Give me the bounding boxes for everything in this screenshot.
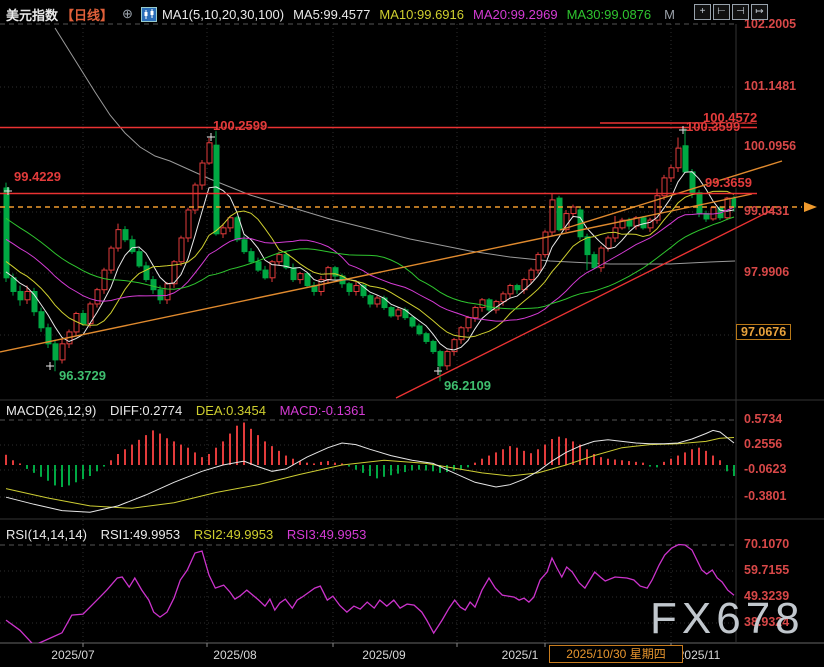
time-axis-label: 2025/11 bbox=[678, 648, 721, 662]
axis-label: 101.1481 bbox=[744, 79, 796, 93]
time-axis-label: 2025/07 bbox=[51, 648, 94, 662]
rsi1-value: RSI1:49.9953 bbox=[101, 527, 181, 542]
chart-toolbar: +⊢⊣↦ bbox=[694, 4, 768, 20]
price-annotation: 100.3599 bbox=[686, 119, 740, 134]
time-axis-label: 2025/1 bbox=[502, 648, 539, 662]
axis-label: -0.0623 bbox=[744, 462, 786, 476]
rsi3-value: RSI3:49.9953 bbox=[287, 527, 367, 542]
period-label: 【日线】 bbox=[61, 5, 113, 24]
price-annotation: 99.3659 bbox=[705, 175, 752, 190]
ma20-value: MA20:99.2969 bbox=[473, 7, 558, 22]
add-indicator-icon[interactable]: ⊕ bbox=[122, 6, 133, 22]
axis-label: 0.2556 bbox=[744, 437, 782, 451]
m-period-label: M bbox=[664, 7, 675, 22]
axis-label: -0.3801 bbox=[744, 489, 786, 503]
axis-label: 0.5734 bbox=[744, 412, 782, 426]
symbol-name: 美元指数 bbox=[6, 5, 58, 24]
right-axis-icon[interactable]: ⊣ bbox=[732, 4, 749, 20]
ma10-value: MA10:99.6916 bbox=[379, 7, 464, 22]
ma30-value: MA30:99.0876 bbox=[567, 7, 652, 22]
axis-label: 59.7155 bbox=[744, 563, 789, 577]
chart-canvas[interactable] bbox=[0, 0, 824, 667]
chart-app-window: 美元指数 【日线】 ⊕ MA1(5,10,20,30,100) MA5:99.4… bbox=[0, 0, 824, 667]
macd-title: MACD(26,12,9) bbox=[6, 403, 96, 418]
crosshair-icon[interactable]: + bbox=[694, 4, 711, 20]
macd-diff-value: DIFF:0.2774 bbox=[110, 403, 182, 418]
rsi-header: RSI(14,14,14) RSI1:49.9953 RSI2:49.9953 … bbox=[6, 527, 366, 542]
candlestick-chart-icon[interactable] bbox=[141, 7, 157, 22]
ma5-value: MA5:99.4577 bbox=[293, 7, 370, 22]
macd-header: MACD(26,12,9) DIFF:0.2774 DEA:0.3454 MAC… bbox=[6, 403, 366, 418]
rsi2-value: RSI2:49.9953 bbox=[194, 527, 274, 542]
price-level-box: 97.0676 bbox=[736, 324, 791, 340]
highlighted-date-box: 2025/10/30 星期四 bbox=[549, 645, 683, 663]
exit-chart-icon[interactable]: ↦ bbox=[751, 4, 768, 20]
rsi-title: RSI(14,14,14) bbox=[6, 527, 87, 542]
ma-settings-label: MA1(5,10,20,30,100) bbox=[162, 7, 284, 22]
price-annotation: 96.3729 bbox=[59, 368, 106, 383]
price-annotation: 99.4229 bbox=[14, 169, 61, 184]
axis-label: 99.0431 bbox=[744, 204, 789, 218]
time-axis-label: 2025/08 bbox=[213, 648, 256, 662]
time-axis-label: 2025/09 bbox=[362, 648, 405, 662]
axis-label: 100.0956 bbox=[744, 139, 796, 153]
left-axis-icon[interactable]: ⊢ bbox=[713, 4, 730, 20]
macd-value: MACD:-0.1361 bbox=[280, 403, 366, 418]
axis-label: 70.1070 bbox=[744, 537, 789, 551]
price-annotation: 100.2599 bbox=[213, 118, 267, 133]
fx678-watermark: FX678 bbox=[650, 594, 805, 644]
axis-label: 97.9906 bbox=[744, 265, 789, 279]
price-annotation: 96.2109 bbox=[444, 378, 491, 393]
macd-dea-value: DEA:0.3454 bbox=[196, 403, 266, 418]
